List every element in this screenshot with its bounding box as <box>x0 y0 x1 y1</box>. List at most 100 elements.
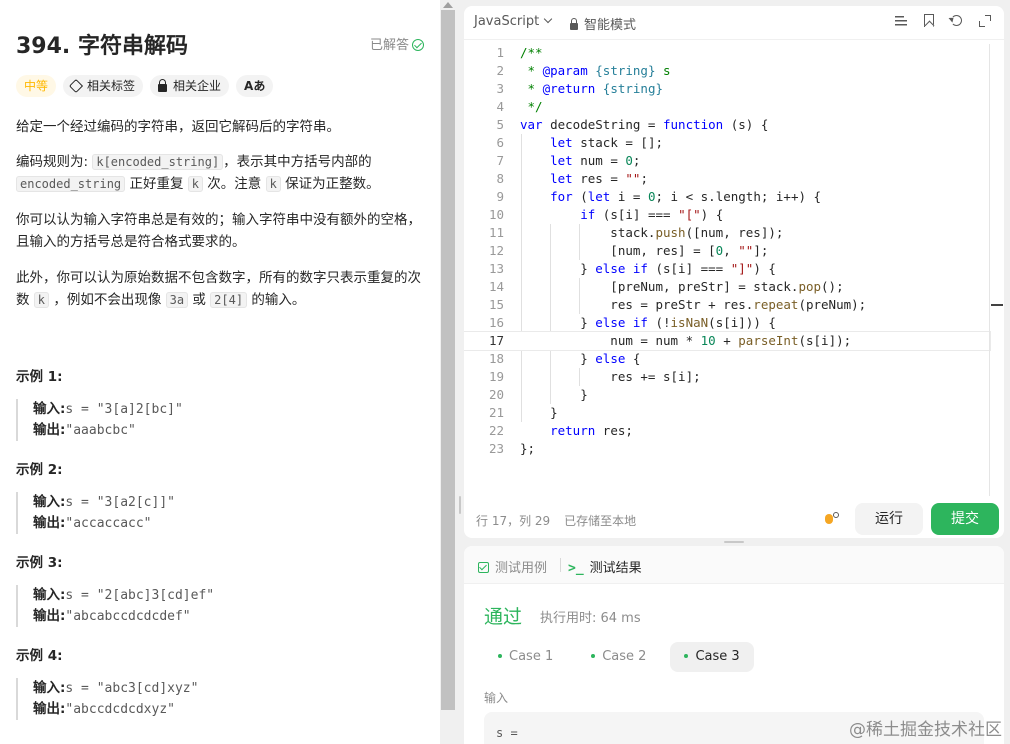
code-line: 4 */ <box>464 98 990 116</box>
code-text: return res; <box>550 423 633 438</box>
example-title: 示例 4: <box>16 648 63 664</box>
code-line: 11 stack.push([num, res]); <box>464 224 990 242</box>
reset-icon[interactable] <box>950 14 964 28</box>
line-number: 18 <box>488 351 504 366</box>
example-title: 示例 3: <box>16 555 63 571</box>
run-button[interactable]: 运行 <box>855 503 923 535</box>
code-text: } else { <box>520 351 641 366</box>
code-line: 23}; <box>464 440 990 458</box>
output-label: 输出: <box>33 515 66 531</box>
description-scrollbar-thumb[interactable] <box>441 10 455 710</box>
mode-toggle[interactable]: 智能模式 <box>570 14 636 33</box>
input-section-label: 输入 <box>484 691 509 705</box>
p4-text-c: 或 <box>188 292 211 308</box>
line-number: 9 <box>496 189 504 204</box>
code-text: [num, res] = [0, ""]; <box>520 243 769 258</box>
translate-icon: Aあ <box>244 79 266 93</box>
code-line: 6 let stack = []; <box>464 134 990 152</box>
bookmark-icon[interactable] <box>922 14 936 28</box>
line-number: 5 <box>496 117 504 132</box>
line-number: 11 <box>488 225 504 240</box>
code-editor[interactable]: 1 /** 2 * @param {string} s 3 * @return {… <box>464 44 1004 474</box>
language-select[interactable]: JavaScript <box>474 14 553 29</box>
lock-icon <box>570 18 578 30</box>
code-text: for (let i = 0; i < s.length; i++) { <box>550 189 822 204</box>
code-line: 22 return res; <box>464 422 990 440</box>
vertical-splitter[interactable] <box>457 0 463 744</box>
example-output-row: 输出:"abccdcdcdxyz" <box>33 699 416 720</box>
inline-code: 2[4] <box>210 292 248 308</box>
code-line: 15 res = preStr + res.repeat(preNum); <box>464 296 990 314</box>
code-line: 18 } else { <box>464 350 990 368</box>
description-p2: 编码规则为: k[encoded_string] ，表示其中方括号内部的 encod… <box>16 151 424 195</box>
check-circle-icon <box>412 39 424 51</box>
tag-row: 中等 相关标签 相关企业 Aあ <box>16 75 274 97</box>
inline-code: k <box>187 176 203 192</box>
case-tab-3[interactable]: Case 3 <box>670 642 754 672</box>
splitter-grip-icon <box>724 541 744 543</box>
example-output-row: 输出:"abcabccdcdcdef" <box>33 606 416 627</box>
code-line: 5 var decodeString = function (s) { <box>464 116 990 134</box>
p4-text-d: 的输入。 <box>247 292 306 308</box>
line-number: 19 <box>488 369 504 384</box>
chevron-down-icon <box>543 14 553 24</box>
example-input: s = "2[abc]3[cd]ef" <box>65 588 215 603</box>
p2-text-a: 编码规则为: <box>16 154 93 170</box>
input-label: 输入: <box>33 494 66 510</box>
code-text: } else if (s[i] === "]") { <box>520 261 776 276</box>
difficulty-label: 中等 <box>24 79 49 93</box>
code-text: let res = ""; <box>550 171 648 186</box>
editor-scrollbar[interactable] <box>989 44 990 496</box>
toolbar-icons <box>894 14 992 28</box>
related-companies-button[interactable]: 相关企业 <box>150 75 230 97</box>
tab-result[interactable]: >_ 测试结果 <box>568 557 642 576</box>
code-line-active: 17 num = num * 10 + parseInt(s[i]); <box>464 331 991 351</box>
cursor-position: 行 17，列 29 <box>476 514 551 528</box>
expand-icon[interactable] <box>978 14 992 28</box>
editor-statusbar: 行 17，列 29 已存储至本地 运行 提交 <box>464 500 1004 538</box>
code-text: }; <box>520 441 536 456</box>
example-input: s = "abc3[cd]xyz" <box>65 681 199 696</box>
description-p1: 给定一个经过编码的字符串，返回它解码后的字符串。 <box>16 119 340 135</box>
line-number: 14 <box>488 279 504 294</box>
code-text: } <box>520 387 588 402</box>
code-text: } else if (!isNaN(s[i])) { <box>520 315 776 330</box>
code-text: /** <box>520 45 543 60</box>
example-block: 输入:s = "3[a2[c]]" 输出:"accaccacc" <box>16 492 416 534</box>
horizontal-splitter[interactable] <box>464 538 1004 546</box>
editor-toolbar: JavaScript 智能模式 <box>464 6 1004 40</box>
scroll-up-arrow-icon[interactable] <box>443 2 453 8</box>
output-label: 输出: <box>33 608 66 624</box>
line-number: 21 <box>488 405 504 420</box>
example-output: "aaabcbc" <box>65 423 136 438</box>
solved-status[interactable]: 已解答 <box>370 34 424 53</box>
submit-button[interactable]: 提交 <box>931 503 999 535</box>
case-tab-1[interactable]: Case 1 <box>484 642 567 672</box>
related-tags-button[interactable]: 相关标签 <box>63 75 144 97</box>
related-companies-label: 相关企业 <box>173 79 222 93</box>
problem-panel: 394. 字符串解码 已解答 中等 相关标签 相关企业 Aあ 给定一个经过编码的… <box>0 0 440 744</box>
debug-icon[interactable] <box>822 509 840 527</box>
language-label: JavaScript <box>474 14 540 29</box>
tab-testcase[interactable]: 测试用例 <box>478 557 547 576</box>
code-line: 9 for (let i = 0; i < s.length; i++) { <box>464 188 990 206</box>
case-tab-2[interactable]: Case 2 <box>577 642 660 672</box>
tag-icon <box>68 78 84 94</box>
case-tabs: Case 1 Case 2 Case 3 <box>484 642 754 672</box>
tab-testcase-label: 测试用例 <box>495 561 548 576</box>
input-label: 输入: <box>33 680 66 696</box>
example-output-row: 输出:"aaabcbc" <box>33 420 416 441</box>
translate-button[interactable]: Aあ <box>236 75 274 97</box>
runtime-text: 执行用时: 64 ms <box>540 611 641 626</box>
pass-dot-icon <box>591 654 596 658</box>
example-title: 示例 1: <box>16 369 63 385</box>
code-line: 2 * @param {string} s <box>464 62 990 80</box>
splitter-grip-icon <box>459 496 461 514</box>
problem-title: 394. 字符串解码 <box>16 34 188 59</box>
code-line: 12 [num, res] = [0, ""]; <box>464 242 990 260</box>
line-number: 10 <box>488 207 504 222</box>
code-text: if (s[i] === "[") { <box>580 207 724 222</box>
example-input-row: 输入:s = "abc3[cd]xyz" <box>33 678 416 699</box>
format-icon[interactable] <box>894 14 908 28</box>
code-text: let stack = []; <box>550 135 663 150</box>
